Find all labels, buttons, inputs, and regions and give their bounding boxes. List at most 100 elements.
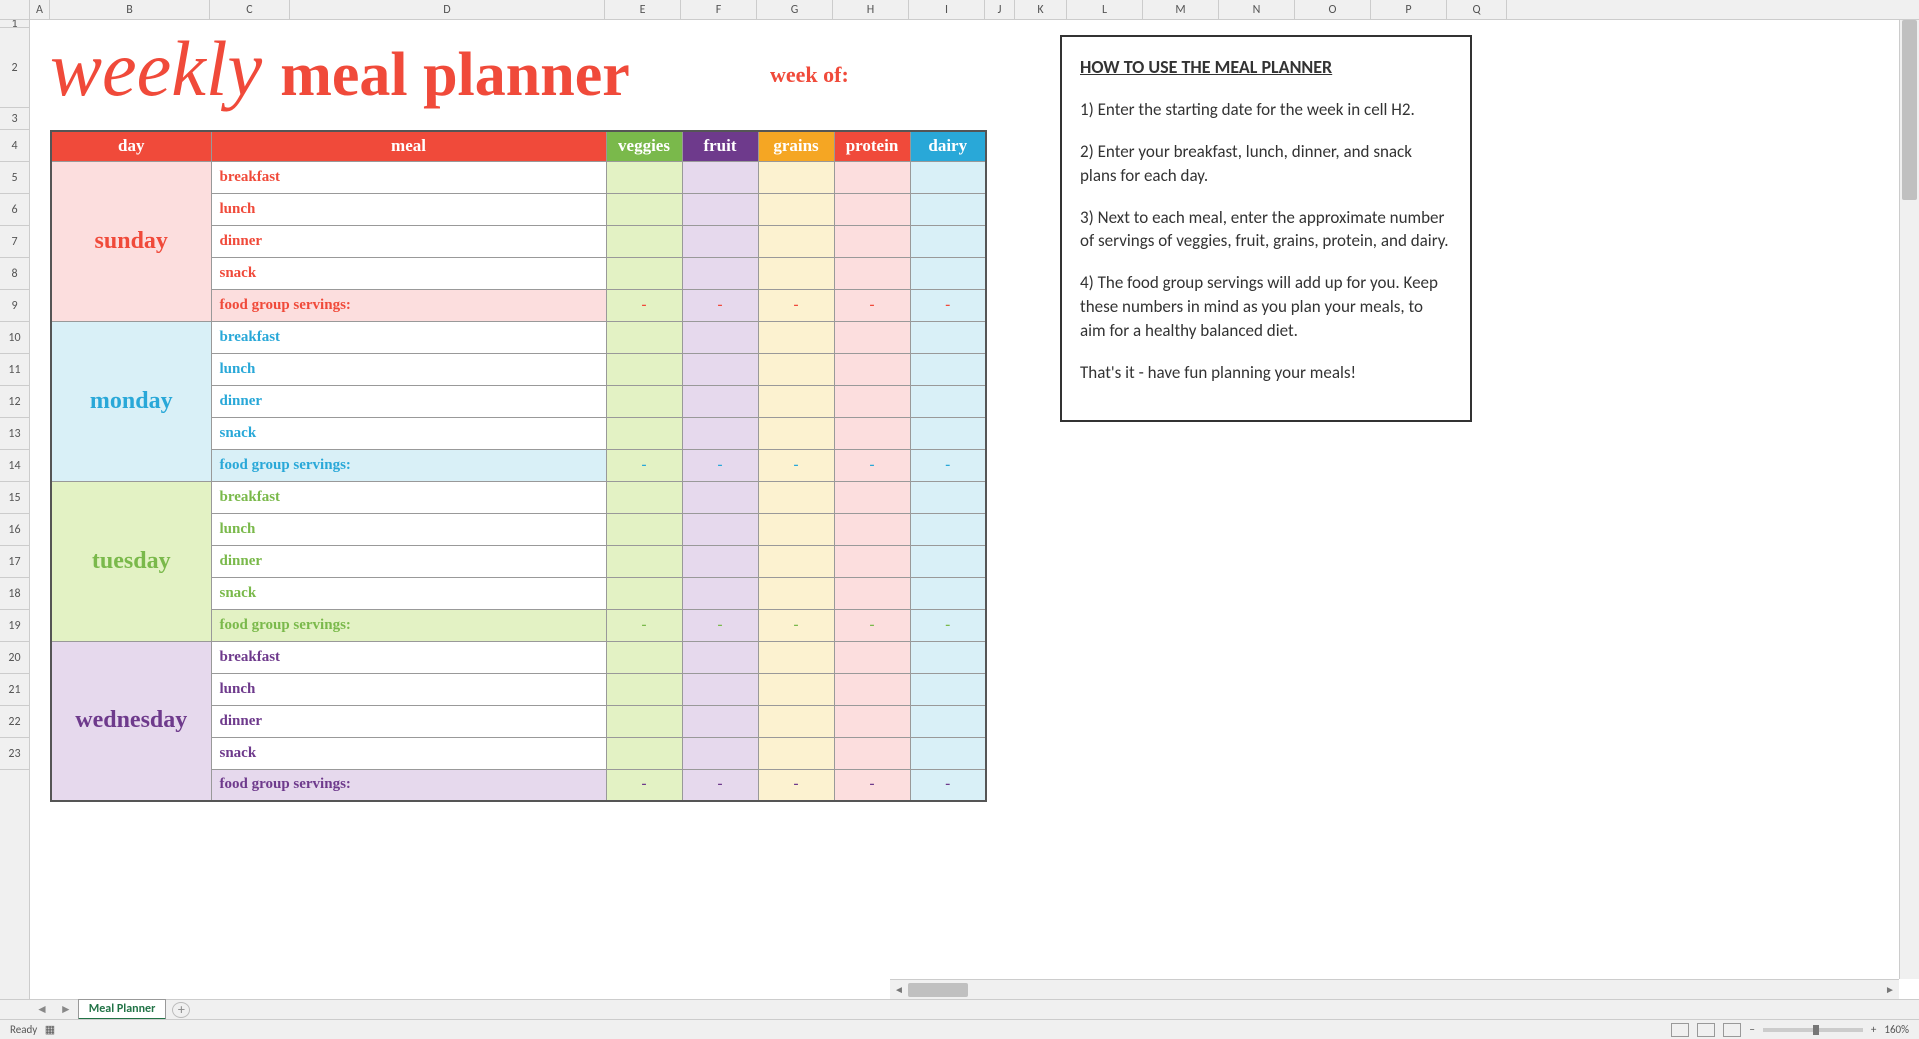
serving-cell[interactable] xyxy=(606,161,682,193)
meal-label-dinner[interactable]: dinner xyxy=(211,225,606,257)
serving-cell[interactable] xyxy=(910,577,986,609)
serving-cell[interactable] xyxy=(606,481,682,513)
serving-cell[interactable] xyxy=(910,481,986,513)
zoom-slider[interactable] xyxy=(1763,1028,1863,1032)
serving-cell[interactable] xyxy=(758,257,834,289)
serving-cell[interactable] xyxy=(606,257,682,289)
row-header-10[interactable]: 10 xyxy=(0,322,29,354)
row-header-1[interactable]: 1 xyxy=(0,20,29,28)
serving-cell[interactable] xyxy=(910,257,986,289)
zoom-out-button[interactable]: − xyxy=(1749,1023,1754,1036)
vertical-scrollbar[interactable] xyxy=(1899,20,1919,979)
serving-cell[interactable] xyxy=(758,737,834,769)
column-header-B[interactable]: B xyxy=(50,0,210,19)
row-header-21[interactable]: 21 xyxy=(0,674,29,706)
serving-cell[interactable] xyxy=(758,705,834,737)
serving-cell[interactable] xyxy=(834,417,910,449)
column-header-I[interactable]: I xyxy=(909,0,985,19)
serving-cell[interactable] xyxy=(682,481,758,513)
column-header-P[interactable]: P xyxy=(1371,0,1447,19)
serving-cell[interactable] xyxy=(682,321,758,353)
column-header-C[interactable]: C xyxy=(210,0,290,19)
meal-label-lunch[interactable]: lunch xyxy=(211,513,606,545)
row-header-3[interactable]: 3 xyxy=(0,108,29,130)
serving-cell[interactable] xyxy=(910,737,986,769)
row-header-16[interactable]: 16 xyxy=(0,514,29,546)
serving-cell[interactable] xyxy=(758,321,834,353)
horizontal-scrollbar-thumb[interactable] xyxy=(908,983,968,997)
serving-cell[interactable] xyxy=(910,641,986,673)
tab-prev-icon[interactable]: ◄ xyxy=(30,1002,54,1017)
serving-cell[interactable] xyxy=(758,417,834,449)
serving-cell[interactable] xyxy=(910,417,986,449)
serving-cell[interactable] xyxy=(910,161,986,193)
serving-cell[interactable] xyxy=(758,161,834,193)
zoom-slider-thumb[interactable] xyxy=(1813,1025,1819,1035)
serving-cell[interactable] xyxy=(682,193,758,225)
serving-cell[interactable] xyxy=(758,577,834,609)
scroll-right-icon[interactable]: ► xyxy=(1881,983,1899,996)
serving-cell[interactable] xyxy=(834,577,910,609)
meal-label-snack[interactable]: snack xyxy=(211,417,606,449)
serving-cell[interactable] xyxy=(606,673,682,705)
serving-cell[interactable] xyxy=(910,513,986,545)
meal-label-lunch[interactable]: lunch xyxy=(211,193,606,225)
serving-cell[interactable] xyxy=(834,257,910,289)
serving-cell[interactable] xyxy=(758,225,834,257)
sheet-content[interactable]: weekly meal planner week of: day meal ve… xyxy=(30,20,1899,1039)
serving-cell[interactable] xyxy=(910,353,986,385)
serving-cell[interactable] xyxy=(834,353,910,385)
row-header-17[interactable]: 17 xyxy=(0,546,29,578)
serving-cell[interactable] xyxy=(682,225,758,257)
serving-cell[interactable] xyxy=(606,353,682,385)
column-header-M[interactable]: M xyxy=(1143,0,1219,19)
row-header-8[interactable]: 8 xyxy=(0,258,29,290)
select-all-corner[interactable] xyxy=(0,0,30,20)
row-header-13[interactable]: 13 xyxy=(0,418,29,450)
serving-cell[interactable] xyxy=(834,225,910,257)
row-header-5[interactable]: 5 xyxy=(0,162,29,194)
add-sheet-button[interactable]: + xyxy=(172,1002,190,1018)
column-header-H[interactable]: H xyxy=(833,0,909,19)
serving-cell[interactable] xyxy=(682,705,758,737)
row-header-22[interactable]: 22 xyxy=(0,706,29,738)
column-header-N[interactable]: N xyxy=(1219,0,1295,19)
column-header-O[interactable]: O xyxy=(1295,0,1371,19)
row-header-12[interactable]: 12 xyxy=(0,386,29,418)
meal-label-dinner[interactable]: dinner xyxy=(211,545,606,577)
serving-cell[interactable] xyxy=(910,321,986,353)
serving-cell[interactable] xyxy=(682,577,758,609)
serving-cell[interactable] xyxy=(758,513,834,545)
column-header-A[interactable]: A xyxy=(30,0,50,19)
serving-cell[interactable] xyxy=(758,545,834,577)
serving-cell[interactable] xyxy=(834,321,910,353)
serving-cell[interactable] xyxy=(682,257,758,289)
meal-label-breakfast[interactable]: breakfast xyxy=(211,641,606,673)
horizontal-scrollbar[interactable]: ◄ ► xyxy=(890,979,1899,999)
serving-cell[interactable] xyxy=(682,385,758,417)
serving-cell[interactable] xyxy=(758,641,834,673)
column-header-K[interactable]: K xyxy=(1015,0,1067,19)
column-header-L[interactable]: L xyxy=(1067,0,1143,19)
serving-cell[interactable] xyxy=(606,385,682,417)
row-header-19[interactable]: 19 xyxy=(0,610,29,642)
view-page-layout-button[interactable] xyxy=(1697,1023,1715,1037)
meal-label-snack[interactable]: snack xyxy=(211,257,606,289)
row-header-6[interactable]: 6 xyxy=(0,194,29,226)
serving-cell[interactable] xyxy=(606,225,682,257)
row-header-2[interactable]: 2 xyxy=(0,28,29,108)
serving-cell[interactable] xyxy=(910,225,986,257)
serving-cell[interactable] xyxy=(834,673,910,705)
zoom-in-button[interactable]: + xyxy=(1871,1023,1876,1036)
meal-label-breakfast[interactable]: breakfast xyxy=(211,481,606,513)
column-header-J[interactable]: J xyxy=(985,0,1015,19)
serving-cell[interactable] xyxy=(758,385,834,417)
serving-cell[interactable] xyxy=(606,193,682,225)
serving-cell[interactable] xyxy=(682,545,758,577)
row-header-4[interactable]: 4 xyxy=(0,130,29,162)
row-header-11[interactable]: 11 xyxy=(0,354,29,386)
meal-label-lunch[interactable]: lunch xyxy=(211,353,606,385)
serving-cell[interactable] xyxy=(606,737,682,769)
vertical-scrollbar-thumb[interactable] xyxy=(1902,20,1917,200)
view-page-break-button[interactable] xyxy=(1723,1023,1741,1037)
